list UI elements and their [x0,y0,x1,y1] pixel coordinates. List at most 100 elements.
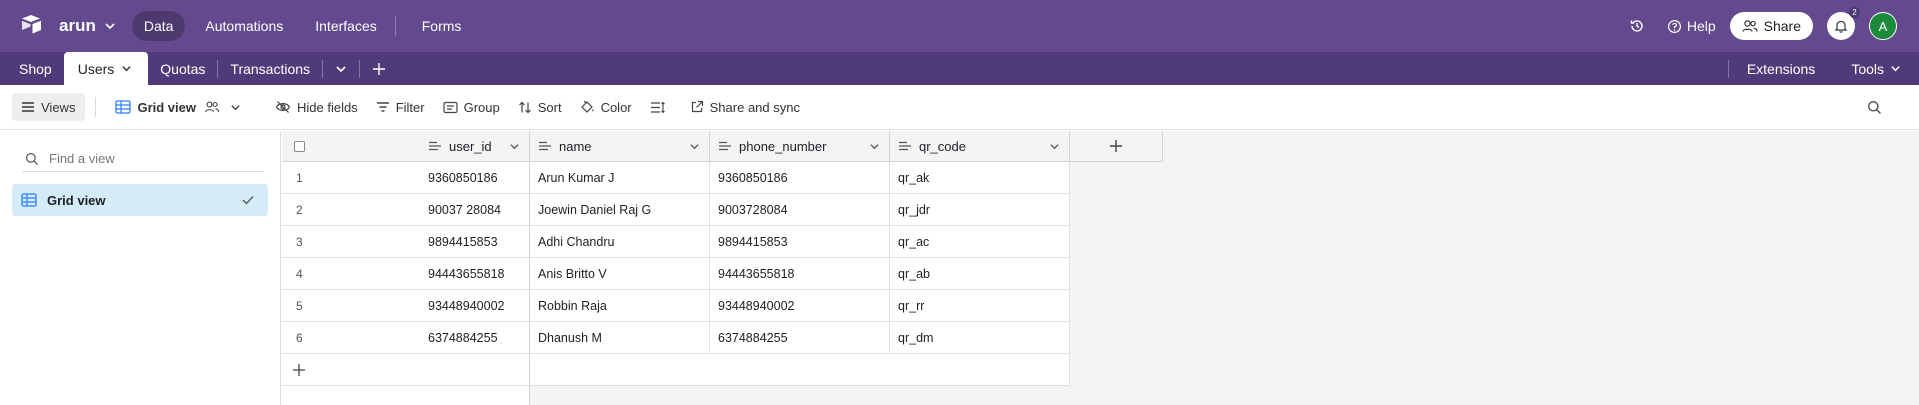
bell-icon [1834,20,1848,33]
airtable-logo-icon[interactable] [20,14,44,38]
cell-user-id[interactable]: 9360850186 [354,162,530,194]
table-row[interactable]: 3 9894415853 Adhi Chandru 9894415853 qr_… [282,226,1070,258]
row-height-icon [650,101,665,113]
help-button[interactable]: Help [1667,18,1716,34]
add-field-button[interactable] [1070,131,1163,162]
cell-phone-number[interactable]: 9360850186 [710,162,890,194]
nav-forms[interactable]: Forms [410,11,474,41]
tools-button[interactable]: Tools [1833,52,1919,85]
top-header: arun Data Automations Interfaces Forms H… [0,0,1919,52]
color-button[interactable]: Color [571,93,641,121]
sidebar-item-grid-view[interactable]: Grid view [12,184,268,216]
cell-name[interactable]: Arun Kumar J [530,162,710,194]
column-label: qr_code [919,138,966,154]
tab-shop[interactable]: Shop [0,52,64,85]
all-tables-button[interactable] [323,52,359,85]
header-actions: Help Share 2 A [1629,7,1919,40]
column-header-phone-number[interactable]: phone_number [710,131,890,162]
share-and-sync-button[interactable]: Share and sync [681,93,809,121]
row-number: 5 [282,290,354,322]
text-field-icon [429,141,441,151]
nav-data[interactable]: Data [131,11,186,41]
hide-fields-label: Hide fields [296,99,358,115]
column-header-name[interactable]: name [530,131,710,162]
column-label: user_id [449,138,492,154]
avatar[interactable]: A [1869,12,1897,40]
chevron-down-icon [122,66,131,72]
search-button[interactable] [1858,93,1897,121]
views-button[interactable]: Views [12,93,86,121]
cell-qr-code[interactable]: qr_ak [890,162,1070,194]
add-record-button[interactable] [282,354,530,386]
share-button[interactable]: Share [1729,12,1813,40]
column-header-qr-code[interactable]: qr_code [890,131,1070,162]
table-row[interactable]: 4 94443655818 Anis Britto V 94443655818 … [282,258,1070,290]
table-row[interactable]: 1 9360850186 Arun Kumar J 9360850186 qr_… [282,162,1070,194]
cell-phone-number[interactable]: 6374884255 [710,322,890,354]
row-height-button[interactable] [641,93,681,121]
extensions-button[interactable]: Extensions [1729,52,1833,85]
nav-interfaces[interactable]: Interfaces [303,11,388,41]
nav-automations[interactable]: Automations [193,11,295,41]
cell-qr-code[interactable]: qr_jdr [890,194,1070,226]
row-number: 2 [282,194,354,226]
color-label: Color [600,99,632,115]
grid-icon [115,100,132,114]
view-switcher[interactable]: Grid view [106,93,256,121]
cell-user-id[interactable]: 93448940002 [354,290,530,322]
hide-fields-button[interactable]: Hide fields [266,93,367,121]
chevron-down-icon[interactable] [104,20,116,32]
chevron-down-icon [690,143,699,149]
share-and-sync-label: Share and sync [709,99,800,115]
cell-name[interactable]: Adhi Chandru [530,226,710,258]
tab-users-label: Users [77,60,115,77]
check-icon [242,196,254,205]
find-view-input[interactable]: Find a view [22,146,264,172]
cell-qr-code[interactable]: qr_ab [890,258,1070,290]
help-label: Help [1686,18,1716,34]
cell-phone-number[interactable]: 93448940002 [710,290,890,322]
chevron-down-icon [336,65,346,72]
external-share-icon [691,100,703,113]
row-number: 3 [282,226,354,258]
find-view-placeholder: Find a view [49,151,115,166]
tab-quotas[interactable]: Quotas [148,52,217,85]
table-row[interactable]: 5 93448940002 Robbin Raja 93448940002 qr… [282,290,1070,322]
select-all-checkbox[interactable] [294,140,305,152]
cell-phone-number[interactable]: 9894415853 [710,226,890,258]
cell-qr-code[interactable]: qr_dm [890,322,1070,354]
filter-button[interactable]: Filter [367,93,434,121]
grid-icon [21,193,37,207]
cell-qr-code[interactable]: qr_ac [890,226,1070,258]
add-table-button[interactable] [360,52,398,85]
cell-name[interactable]: Anis Britto V [530,258,710,290]
cell-name[interactable]: Dhanush M [530,322,710,354]
sort-button[interactable]: Sort [509,93,571,121]
cell-user-id[interactable]: 90037 28084 [354,194,530,226]
cell-user-id[interactable]: 6374884255 [354,322,530,354]
tab-transactions[interactable]: Transactions [218,52,322,85]
cell-qr-code[interactable]: qr_rr [890,290,1070,322]
search-icon [1868,100,1881,114]
table-row[interactable]: 2 90037 28084 Joewin Daniel Raj G 900372… [282,194,1070,226]
add-record-row-fill [530,354,1070,386]
cell-user-id[interactable]: 94443655818 [354,258,530,290]
group-button[interactable]: Group [434,93,509,121]
column-label: phone_number [739,138,827,154]
collaborative-view-icon [204,101,220,113]
base-name[interactable]: arun [59,16,96,36]
column-header-user-id[interactable]: user_id [354,131,530,162]
cell-phone-number[interactable]: 9003728084 [710,194,890,226]
cell-name[interactable]: Joewin Daniel Raj G [530,194,710,226]
nav-divider [394,16,396,36]
cell-phone-number[interactable]: 94443655818 [710,258,890,290]
tab-users[interactable]: Users [63,52,149,85]
chevron-down-icon [1891,66,1900,72]
history-icon[interactable] [1629,18,1645,34]
chevron-down-icon [1050,143,1059,149]
sort-label: Sort [537,99,562,115]
table-row[interactable]: 6 6374884255 Dhanush M 6374884255 qr_dm [282,322,1070,354]
notifications-button[interactable]: 2 [1827,7,1860,40]
cell-name[interactable]: Robbin Raja [530,290,710,322]
cell-user-id[interactable]: 9894415853 [354,226,530,258]
